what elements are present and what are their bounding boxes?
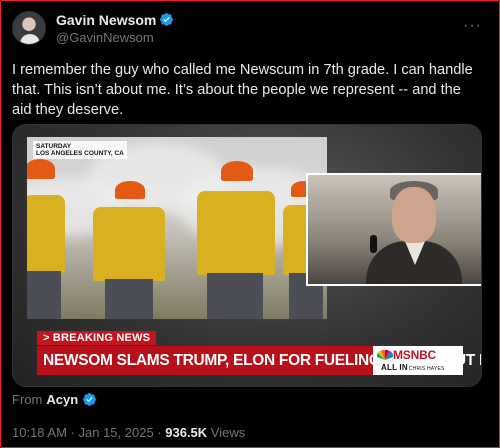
peacock-icon xyxy=(377,350,393,360)
tweet-text: I remember the guy who called me Newscum… xyxy=(12,62,473,118)
show-name: ALL INCHRIS HAYES xyxy=(381,363,445,372)
firefighter-figure xyxy=(89,181,167,319)
avatar[interactable] xyxy=(12,11,46,45)
fire-scene-video: SATURDAY LOS ANGELES COUNTY, CA xyxy=(27,137,327,319)
verified-badge-icon xyxy=(83,393,97,406)
location-tag: SATURDAY LOS ANGELES COUNTY, CA xyxy=(33,141,127,159)
tweet[interactable]: Gavin Newsom @GavinNewsom ··· I remember… xyxy=(12,8,488,120)
views-label: Views xyxy=(210,425,246,440)
microphone-icon xyxy=(370,235,377,253)
video-source: From Acyn xyxy=(12,392,97,407)
author-display-name[interactable]: Gavin Newsom xyxy=(56,12,156,28)
tweet-header: Gavin Newsom @GavinNewsom ··· xyxy=(12,8,488,48)
author-handle[interactable]: @GavinNewsom xyxy=(56,30,174,45)
firefighter-figure xyxy=(27,159,73,319)
news-headline: NEWSOM SLAMS TRUMP, ELON FOR FUELING LIE… xyxy=(37,346,481,375)
network-logo: MSNBC ALL INCHRIS HAYES xyxy=(373,346,463,375)
tweet-time[interactable]: 10:18 AM xyxy=(12,425,67,440)
source-prefix: From xyxy=(12,392,43,407)
verified-badge-icon xyxy=(160,13,174,26)
views-count: 936.5K xyxy=(165,425,208,440)
tweet-date[interactable]: Jan 15, 2025 xyxy=(79,425,154,440)
more-options-icon[interactable]: ··· xyxy=(463,18,482,34)
author-info: Gavin Newsom @GavinNewsom xyxy=(56,12,174,45)
source-name[interactable]: Acyn xyxy=(46,392,78,407)
tweet-metadata: 10:18 AM · Jan 15, 2025 · 936.5K Views xyxy=(12,425,246,440)
breaking-news-label: > BREAKING NEWS xyxy=(37,331,157,345)
network-name: MSNBC xyxy=(393,348,436,362)
video-media[interactable]: SATURDAY LOS ANGELES COUNTY, CA > BREAKI… xyxy=(12,124,482,387)
firefighter-figure xyxy=(195,161,277,319)
speaker-inset-video xyxy=(306,173,481,286)
